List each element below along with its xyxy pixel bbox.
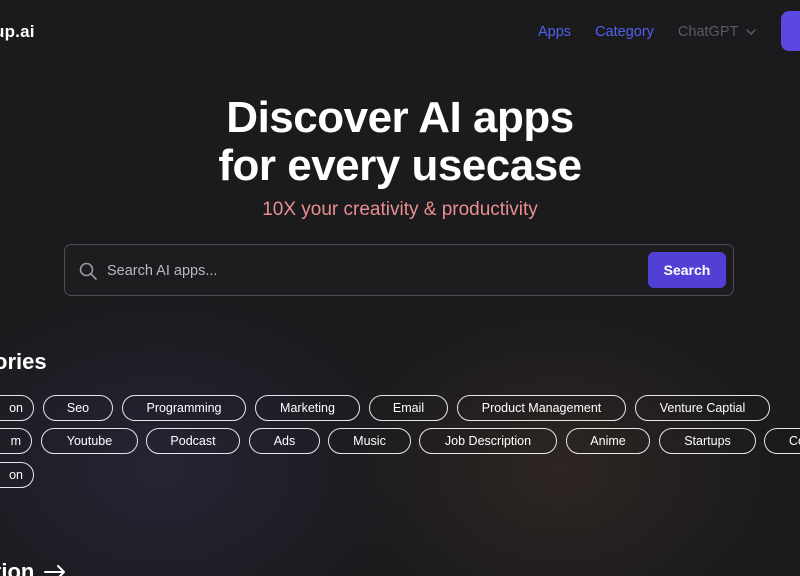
nav-link-apps[interactable]: Apps [538,24,571,40]
hero-subtitle: 10X your creativity & productivity [262,199,538,220]
categories-title: ories [0,349,47,374]
search-input[interactable] [105,257,639,285]
search-box: Search [64,244,734,296]
section-heading-link[interactable]: tion [0,559,66,576]
category-chip[interactable]: Anime [566,428,650,454]
section-heading-label: tion [0,559,35,576]
category-chip[interactable]: on [0,395,34,421]
category-chip[interactable]: Music [328,428,411,454]
hero-title-line-1: Discover AI apps [226,93,574,142]
category-chip[interactable]: Job Description [419,428,557,454]
category-chip[interactable]: Product Management [457,395,626,421]
category-chip[interactable]: m [0,428,32,454]
category-chip[interactable]: Seo [43,395,113,421]
nav-dropdown-chatgpt[interactable]: ChatGPT [677,24,757,40]
category-chip[interactable]: Podcast [146,428,240,454]
category-chip[interactable]: Marketing [255,395,360,421]
category-chip[interactable]: Email [369,395,448,421]
category-chip[interactable]: Venture Captial [635,395,770,421]
category-chip[interactable]: Ads [249,428,320,454]
category-chip[interactable]: Startups [659,428,756,454]
category-chip[interactable]: on [0,462,34,488]
page: up.ai Apps Category ChatGPT Discover AI … [0,0,800,576]
search-button[interactable]: Search [648,252,726,288]
site-logo[interactable]: up.ai [0,22,35,42]
chevron-down-icon [746,28,757,35]
category-chip[interactable]: Co [764,428,800,454]
category-chip[interactable]: Youtube [41,428,138,454]
nav-link-category[interactable]: Category [595,24,654,40]
hero-title-line-2: for every usecase [218,141,582,190]
nav-dropdown-chatgpt-label: ChatGPT [677,24,739,40]
top-nav: Apps Category ChatGPT [538,24,757,40]
hero-title: Discover AI apps for every usecase [0,94,800,190]
category-chip[interactable]: Programming [122,395,246,421]
header-cta-button[interactable] [781,11,800,51]
search-icon [79,262,97,280]
arrow-right-icon [44,565,66,576]
